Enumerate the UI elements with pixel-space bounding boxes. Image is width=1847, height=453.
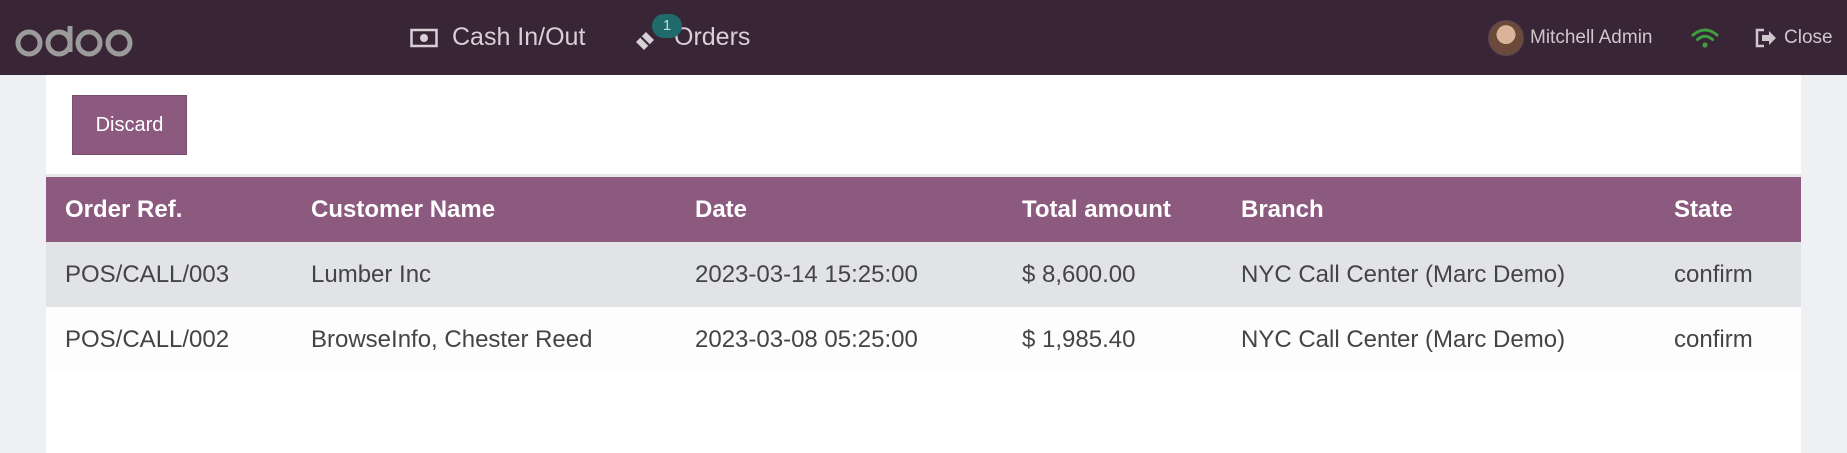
sign-out-icon — [1754, 27, 1778, 49]
order-ref-cell: POS/CALL/002 — [65, 325, 230, 353]
table-row[interactable]: POS/CALL/003 Lumber Inc 2023-03-14 15:25… — [46, 242, 1801, 307]
col-branch[interactable]: Branch — [1222, 177, 1655, 242]
date-cell: 2023-03-14 15:25:00 — [695, 260, 918, 288]
top-navbar: Cash In/Out 1 Orders Mitchell Admin Clos… — [0, 0, 1847, 75]
odoo-logo[interactable] — [14, 22, 136, 58]
orders-button[interactable]: 1 Orders — [632, 0, 750, 75]
discard-button[interactable]: Discard — [72, 95, 187, 155]
table-row[interactable]: POS/CALL/002 BrowseInfo, Chester Reed 20… — [46, 307, 1801, 372]
state-cell: confirm — [1674, 260, 1753, 288]
state-cell: confirm — [1674, 325, 1753, 353]
user-menu[interactable]: Mitchell Admin — [1488, 0, 1653, 75]
branch-cell: NYC Call Center (Marc Demo) — [1241, 325, 1566, 353]
date-cell: 2023-03-08 05:25:00 — [695, 325, 918, 353]
close-button[interactable]: Close — [1754, 0, 1833, 75]
money-icon — [410, 28, 438, 48]
orders-table: Order Ref. Customer Name Date Total amou… — [46, 177, 1801, 372]
col-order-ref[interactable]: Order Ref. — [46, 177, 292, 242]
orders-label: Orders — [674, 23, 751, 51]
total-amount-cell: $ 1,985.40 — [1022, 325, 1136, 353]
cash-in-out-label: Cash In/Out — [452, 23, 586, 51]
avatar — [1488, 19, 1524, 56]
orders-count-badge: 1 — [652, 14, 682, 38]
col-total-amount[interactable]: Total amount — [1003, 177, 1222, 242]
customer-name-cell: Lumber Inc — [311, 260, 432, 288]
col-customer-name[interactable]: Customer Name — [292, 177, 676, 242]
wifi-icon — [1690, 0, 1720, 75]
branch-cell: NYC Call Center (Marc Demo) — [1241, 260, 1566, 288]
cash-in-out-button[interactable]: Cash In/Out — [410, 0, 585, 75]
main-content: Discard Order Ref. Customer Name Date To… — [46, 75, 1801, 453]
table-header-row: Order Ref. Customer Name Date Total amou… — [46, 177, 1801, 242]
total-amount-cell: $ 8,600.00 — [1022, 260, 1136, 288]
close-label: Close — [1784, 26, 1833, 48]
order-ref-cell: POS/CALL/003 — [65, 260, 230, 288]
col-state[interactable]: State — [1655, 177, 1801, 242]
customer-name-cell: BrowseInfo, Chester Reed — [311, 325, 593, 353]
user-name: Mitchell Admin — [1530, 26, 1653, 48]
col-date[interactable]: Date — [676, 177, 1003, 242]
